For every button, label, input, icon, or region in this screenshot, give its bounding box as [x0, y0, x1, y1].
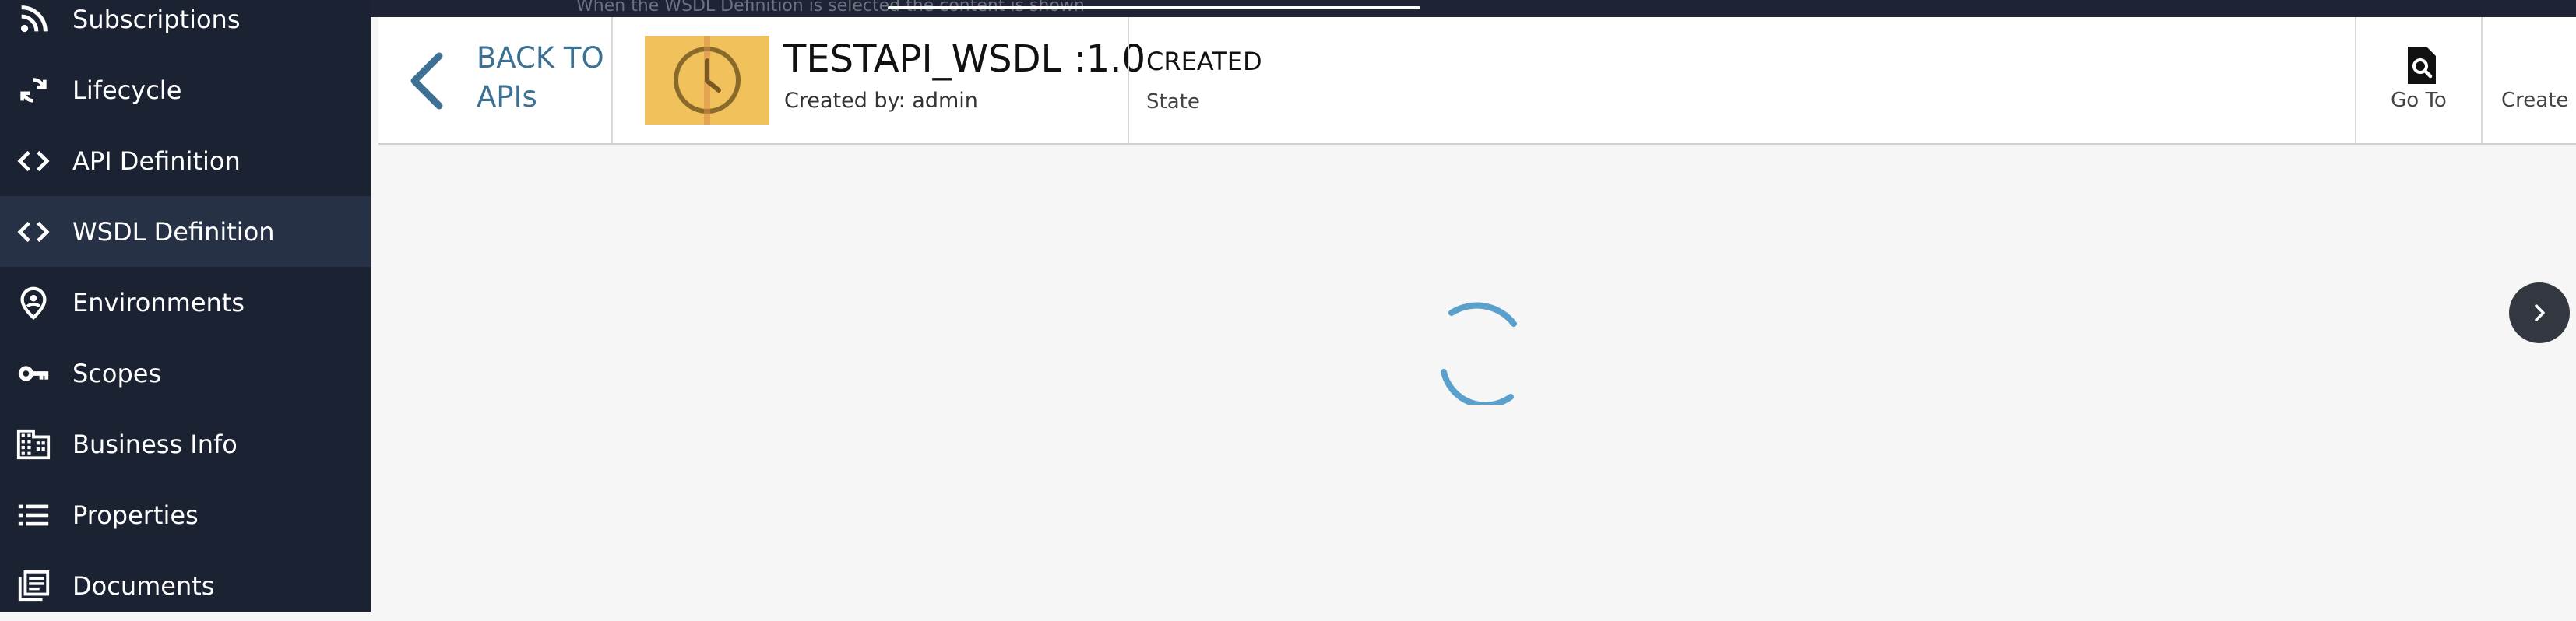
sidebar-item-label: Subscriptions [72, 4, 241, 34]
api-header: BACK TO APIs TESTAPI_WSDL :1.0 Created b… [378, 17, 2576, 145]
top-strip: When the WSDL Definition is selected the… [0, 0, 2576, 17]
find-in-page-icon [2408, 47, 2436, 84]
code-icon [14, 142, 53, 181]
sidebar-item-label: Environments [72, 287, 245, 318]
sidebar-item-label: Business Info [72, 429, 238, 459]
sidebar-item-label: Properties [72, 500, 199, 530]
sidebar-item-properties[interactable]: Properties [0, 479, 371, 550]
go-to-label: Go To [2391, 89, 2447, 112]
sidebar-item-documents[interactable]: Documents [0, 550, 371, 621]
sidebar-item-wsdl-definition[interactable]: WSDL Definition [0, 196, 371, 267]
sidebar-item-label: API Definition [72, 146, 241, 176]
sidebar-item-environments[interactable]: Environments [0, 267, 371, 338]
documents-icon [14, 567, 53, 605]
back-label: BACK TO APIs [477, 41, 604, 114]
go-to-button[interactable]: Go To [2356, 17, 2481, 143]
next-page-button[interactable] [2509, 282, 2570, 343]
sidebar-item-label: Lifecycle [72, 75, 182, 105]
sidebar-item-label: Scopes [72, 358, 162, 388]
key-icon [14, 354, 53, 393]
api-thumbnail [645, 36, 769, 125]
code-icon [14, 212, 53, 251]
sidebar-item-subscriptions[interactable]: Subscriptions [0, 0, 371, 54]
divider [2481, 17, 2483, 143]
divider [1128, 17, 1129, 143]
divider [611, 17, 613, 143]
state-label: State [1146, 90, 1200, 114]
sidebar-item-label: Documents [72, 570, 215, 601]
rss-icon [14, 0, 53, 39]
sidebar: Subscriptions Lifecycle API Definition W… [0, 0, 371, 612]
sidebar-item-scopes[interactable]: Scopes [0, 338, 371, 409]
clock-icon [674, 36, 741, 125]
chevron-left-icon [410, 52, 443, 110]
state-value: CREATED [1146, 47, 1262, 76]
location-icon [14, 283, 53, 322]
scroll-indicator [888, 6, 1420, 9]
sidebar-item-api-definition[interactable]: API Definition [0, 125, 371, 196]
refresh-icon [14, 71, 53, 110]
sidebar-item-lifecycle[interactable]: Lifecycle [0, 54, 371, 125]
loading-spinner-icon [1441, 302, 1517, 405]
api-created-by: Created by: admin [784, 89, 978, 113]
list-icon [14, 496, 53, 535]
chevron-right-icon [2535, 304, 2545, 321]
create-new-version-button[interactable]: Create N [2501, 89, 2576, 112]
api-title: TESTAPI_WSDL :1.0 [783, 37, 1146, 81]
sidebar-item-business-info[interactable]: Business Info [0, 409, 371, 479]
business-icon [14, 425, 53, 464]
sidebar-item-label: WSDL Definition [72, 216, 275, 247]
